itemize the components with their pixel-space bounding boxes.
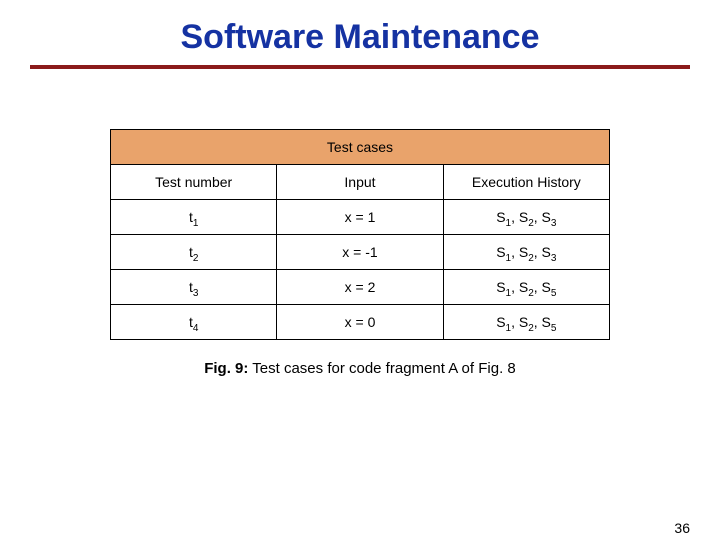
title-underline [30,65,690,69]
cell-input: x = 2 [277,270,443,305]
table-header-columns-row: Test number Input Execution History [111,165,610,200]
page-number: 36 [674,520,690,536]
col-header-input: Input [277,165,443,200]
page-title: Software Maintenance [0,18,720,57]
cell-input: x = 1 [277,200,443,235]
cell-test-number: t4 [111,305,277,340]
table-row: t4x = 0S1, S2, S5 [111,305,610,340]
table-header-top-row: Test cases [111,130,610,165]
cell-exec-history: S1, S2, S3 [443,235,609,270]
table-wrap: Test cases Test number Input Execution H… [110,129,610,340]
cell-exec-history: S1, S2, S3 [443,200,609,235]
cell-exec-history: S1, S2, S5 [443,270,609,305]
col-header-test-number: Test number [111,165,277,200]
cell-test-number: t1 [111,200,277,235]
cell-test-number: t3 [111,270,277,305]
table-row: t2x = -1S1, S2, S3 [111,235,610,270]
table-header-top: Test cases [111,130,610,165]
caption-rest: Test cases for code fragment A of Fig. 8 [248,360,515,377]
slide: Software Maintenance Test cases Test num… [0,18,720,558]
col-header-exec-history: Execution History [443,165,609,200]
cell-input: x = -1 [277,235,443,270]
test-cases-table: Test cases Test number Input Execution H… [110,129,610,340]
figure-caption: Fig. 9: Test cases for code fragment A o… [0,360,720,377]
cell-input: x = 0 [277,305,443,340]
cell-test-number: t2 [111,235,277,270]
table-row: t3x = 2S1, S2, S5 [111,270,610,305]
caption-lead: Fig. 9: [204,360,248,377]
table-row: t1x = 1S1, S2, S3 [111,200,610,235]
cell-exec-history: S1, S2, S5 [443,305,609,340]
